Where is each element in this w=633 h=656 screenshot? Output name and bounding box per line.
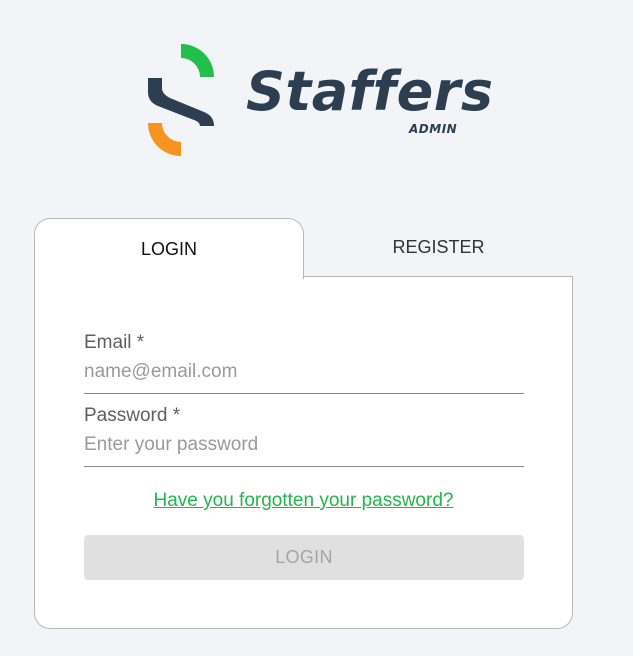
logo-wordmark: Staffers <box>246 60 494 123</box>
email-label: Email * <box>84 332 145 353</box>
auth-card: LOGIN REGISTER Email * Password * Have y… <box>34 218 573 630</box>
password-input[interactable] <box>84 432 524 458</box>
password-field-group: Password * <box>84 404 524 467</box>
tab-register[interactable]: REGISTER <box>304 218 573 277</box>
password-label: Password * <box>84 405 181 426</box>
email-field-group: Email * <box>84 331 524 394</box>
logo-subtitle: ADMIN <box>409 122 458 136</box>
tab-login[interactable]: LOGIN <box>34 218 304 279</box>
email-input[interactable] <box>84 359 524 385</box>
forgot-password-link[interactable]: Have you forgotten your password? <box>34 490 573 512</box>
login-button[interactable]: LOGIN <box>84 535 524 580</box>
staffers-logo: Staffers ADMIN <box>146 42 493 158</box>
staffers-s-mark-icon <box>148 44 214 156</box>
